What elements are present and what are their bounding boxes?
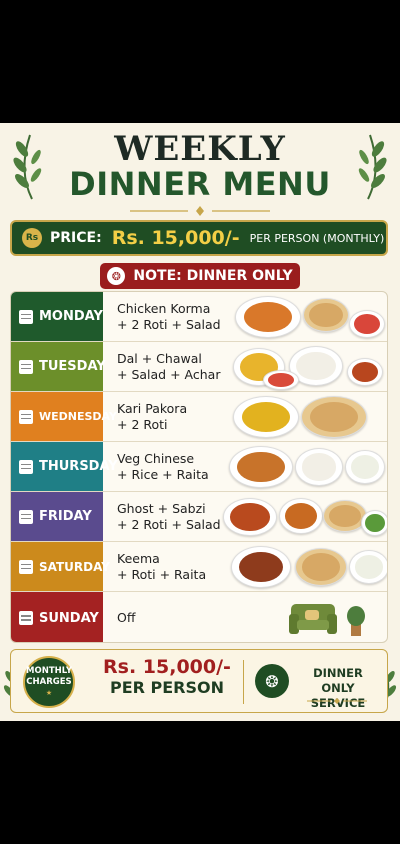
calendar-icon [19, 309, 33, 324]
badge-line-1: MONTHLY [26, 665, 72, 676]
salad-bowl-image [263, 370, 299, 390]
raita-bowl-image [345, 450, 385, 484]
star-icon: ★ [45, 688, 53, 697]
charges-footer: MONTHLY CHARGES ★ Rs. 15,000/- PER PERSO… [10, 649, 388, 713]
roti-stack-image [323, 500, 367, 532]
food-images [219, 292, 387, 341]
roti-stack-image [295, 548, 347, 586]
keema-plate-image [231, 546, 291, 588]
menu-poster: WEEKLY DINNER MENU Rs PRICE: Rs. 15,000/… [0, 123, 400, 721]
footer-divider [243, 660, 244, 704]
menu-row-wednesday: WEDNESDAY Kari Pakora + 2 Roti [11, 392, 387, 442]
calendar-icon [19, 409, 33, 424]
price-value: Rs. 15,000/- [111, 227, 240, 249]
ghost-curry-bowl-image [223, 498, 277, 536]
calendar-icon [19, 459, 33, 474]
price-banner: Rs PRICE: Rs. 15,000/- PER PERSON (MONTH… [10, 220, 388, 256]
calendar-icon [19, 359, 33, 374]
day-label: MONDAY [39, 309, 103, 324]
day-label: SATURDAY [39, 559, 110, 574]
roti-plate-image [301, 396, 367, 438]
veg-chinese-plate-image [229, 446, 293, 488]
title-weekly: WEEKLY [114, 129, 286, 169]
day-label: WEDNESDAY [39, 410, 117, 423]
roti-stack-image [303, 298, 349, 332]
menu-row-friday: FRIDAY Ghost + Sabzi + 2 Roti + Salad [11, 492, 387, 542]
menu-row-saturday: SATURDAY Keema + Roti + Raita [11, 542, 387, 592]
food-images [219, 542, 387, 591]
dinner-only-note: ❂ NOTE: DINNER ONLY [100, 263, 300, 289]
title-dinner-menu: DINNER MENU [69, 165, 331, 203]
day-cell: TUESDAY [11, 342, 106, 391]
day-label: TUESDAY [39, 359, 106, 374]
fork-knife-icon: ❂ [107, 267, 126, 285]
ornament-divider-icon [130, 206, 270, 216]
service-label: DINNER ONLY SERVICE [295, 666, 381, 711]
salad-bowl-image [349, 310, 385, 338]
food-images [219, 492, 387, 541]
day-label: THURSDAY [39, 459, 118, 474]
note-text: NOTE: DINNER ONLY [133, 268, 293, 284]
menu-row-monday: MONDAY Chicken Korma + 2 Roti + Salad [11, 292, 387, 342]
achar-bowl-image [347, 358, 383, 386]
footer-per-person: PER PERSON [109, 678, 225, 697]
day-cell: FRIDAY [11, 492, 103, 541]
price-tag-icon: Rs [22, 228, 42, 248]
menu-row-sunday: SUNDAY Off [11, 592, 387, 642]
food-images [219, 392, 387, 441]
kari-pakora-bowl-image [233, 396, 299, 438]
day-cell: SUNDAY [11, 592, 103, 642]
footer-price: Rs. 15,000/- PER PERSON [87, 656, 247, 697]
service-line-1: DINNER ONLY [313, 666, 363, 695]
calendar-icon [19, 611, 33, 625]
salad-bowl-image [361, 510, 387, 536]
rice-bowl-image [295, 448, 343, 486]
monthly-charges-badge: MONTHLY CHARGES ★ [23, 656, 75, 708]
sabzi-bowl-image [279, 498, 323, 534]
day-cell: MONDAY [11, 292, 103, 341]
fork-knife-icon: ❂ [255, 664, 289, 698]
calendar-icon [19, 559, 33, 574]
weekly-menu-table: MONDAY Chicken Korma + 2 Roti + Salad TU… [10, 291, 388, 643]
raita-bowl-image [349, 550, 387, 584]
ornament-divider-icon [307, 698, 367, 704]
food-images [219, 342, 387, 391]
day-label: FRIDAY [39, 509, 92, 524]
day-label: SUNDAY [39, 610, 99, 626]
menu-row-thursday: THURSDAY Veg Chinese + Rice + Raita [11, 442, 387, 492]
food-images [219, 592, 387, 642]
footer-amount: Rs. 15,000/- [103, 656, 231, 678]
day-cell: THURSDAY [11, 442, 118, 491]
menu-row-tuesday: TUESDAY Dal + Chawal + Salad + Achar [11, 342, 387, 392]
day-cell: WEDNESDAY [11, 392, 117, 441]
calendar-icon [19, 509, 33, 524]
armchair-icon [289, 604, 365, 636]
day-cell: SATURDAY [11, 542, 110, 591]
badge-line-2: CHARGES [26, 676, 72, 687]
price-label: PRICE: [50, 230, 102, 246]
food-images [219, 442, 387, 491]
curry-bowl-image [235, 296, 301, 338]
price-note: PER PERSON (MONTHLY) [249, 231, 385, 245]
